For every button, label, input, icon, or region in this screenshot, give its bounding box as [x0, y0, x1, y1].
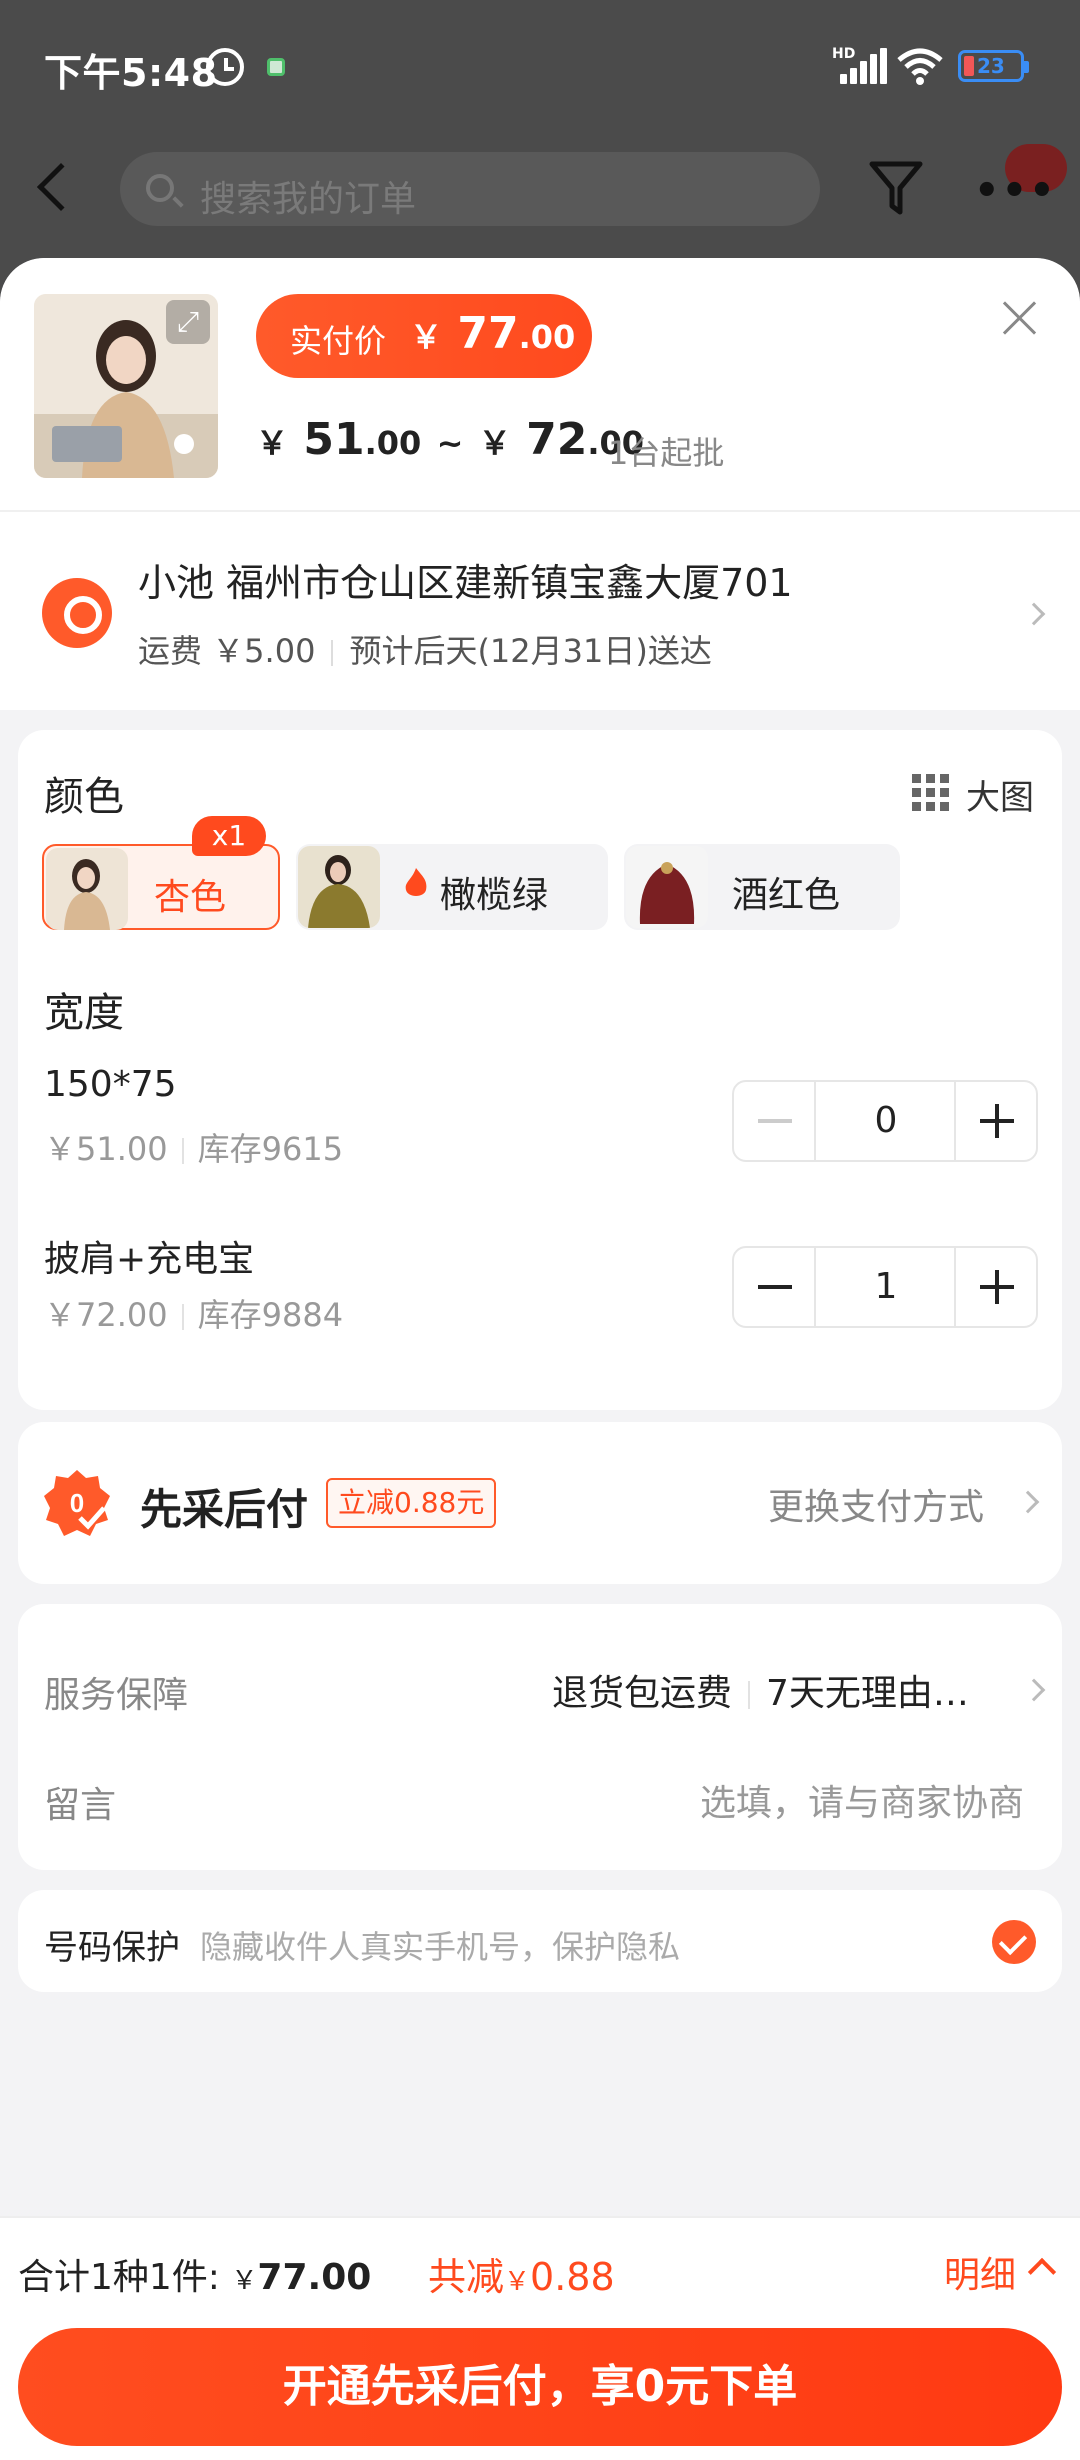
- payment-method-row[interactable]: 0 先采后付 立减0.88元 更换支付方式: [18, 1422, 1062, 1584]
- more-icon[interactable]: •••: [974, 168, 1057, 214]
- sku-meta: ￥72.00 库存9884: [44, 1290, 343, 1336]
- status-time: 下午5:48: [44, 51, 218, 95]
- sheet-header: ⤢ 实付价 ￥ 77.00 ￥ 51.00 ~ ￥ 72.00 1台起批: [0, 258, 1080, 510]
- color-option-olive[interactable]: 橄榄绿: [296, 844, 608, 930]
- sku-stock: 库存9884: [197, 1296, 344, 1334]
- change-payment-link[interactable]: 更换支付方式: [768, 1478, 984, 1530]
- address-line: 小池 福州市仓山区建新镇宝鑫大厦701: [138, 561, 793, 605]
- fire-icon: [402, 866, 430, 900]
- service-values[interactable]: 退货包运费 7天无理由…: [552, 1664, 969, 1716]
- color-label: 杏色: [154, 877, 227, 918]
- search-input[interactable]: 搜索我的订单: [120, 152, 820, 226]
- privacy-card: 号码保护 隐藏收件人真实手机号，保护隐私: [18, 1890, 1062, 1992]
- big-view-label: 大图: [966, 778, 1034, 818]
- color-thumb: [626, 846, 708, 928]
- quantity-value[interactable]: 1: [818, 1248, 954, 1326]
- decrease-button[interactable]: [734, 1248, 816, 1326]
- shipping-info: 运费 ￥5.00 预计后天(12月31日)送达: [138, 626, 712, 672]
- message-label: 留言: [44, 1785, 117, 1826]
- privacy-checkbox[interactable]: [992, 1920, 1036, 1964]
- notification-dot-icon: [267, 58, 285, 76]
- min-order-qty: 1台起批: [608, 434, 725, 472]
- checkout-footer: 合计1种1件: ￥77.00 共减￥0.88 明细 开通先采后付，享0元下单: [0, 2216, 1080, 2460]
- color-label: 酒红色: [732, 875, 841, 916]
- sku-price: ￥72.00: [44, 1296, 168, 1334]
- color-option-wine[interactable]: 酒红色: [624, 844, 900, 930]
- discount-tag: 立减0.88元: [326, 1478, 497, 1528]
- quantity-stepper: 1: [732, 1246, 1038, 1328]
- qty-badge: x1: [192, 816, 266, 856]
- order-total: 合计1种1件: ￥77.00: [18, 2248, 371, 2300]
- total-discount: 共减￥0.88: [428, 2255, 615, 2299]
- order-sheet: ⤢ 实付价 ￥ 77.00 ￥ 51.00 ~ ￥ 72.00 1台起批 小池 …: [0, 258, 1080, 2460]
- color-title: 颜色: [44, 774, 124, 820]
- paid-price-label: 实付价: [290, 322, 387, 360]
- color-thumb: [46, 848, 128, 930]
- wifi-icon: [895, 46, 945, 95]
- width-title: 宽度: [44, 990, 124, 1036]
- sku-price: ￥51.00: [44, 1130, 168, 1168]
- battery-icon: 23: [958, 50, 1029, 82]
- chevron-right-icon: [1022, 1678, 1046, 1702]
- seven-day-return: 7天无理由…: [766, 1673, 969, 1714]
- battery-level: 23: [977, 54, 1005, 78]
- sku-name: 披肩+充电宝: [44, 1239, 255, 1280]
- top-bar: 搜索我的订单 •••: [0, 140, 1080, 250]
- back-arrow-icon[interactable]: [36, 162, 86, 212]
- sku-card: 颜色 大图 杏色 x1 橄榄绿 酒红色 宽度 150*75 ￥51.00 库存9…: [18, 730, 1062, 1410]
- sku-name: 150*75: [44, 1064, 177, 1105]
- grid-icon: [912, 774, 952, 814]
- decrease-button[interactable]: [734, 1082, 816, 1160]
- sku-meta: ￥51.00 库存9615: [44, 1124, 343, 1170]
- alarm-icon: [206, 48, 244, 86]
- svg-text:0: 0: [70, 1488, 84, 1518]
- pay-later-icon: 0: [42, 1468, 112, 1538]
- color-thumb: [298, 846, 380, 928]
- increase-button[interactable]: [954, 1082, 1036, 1160]
- paid-price-pill: 实付价 ￥ 77.00: [256, 294, 592, 378]
- quantity-value[interactable]: 0: [818, 1082, 954, 1160]
- service-label: 服务保障: [44, 1675, 189, 1716]
- address-row[interactable]: 小池 福州市仓山区建新镇宝鑫大厦701 运费 ￥5.00 预计后天(12月31日)…: [0, 510, 1080, 710]
- color-label: 橄榄绿: [440, 875, 549, 916]
- quantity-stepper: 0: [732, 1080, 1038, 1162]
- privacy-hint: 隐藏收件人真实手机号，保护隐私: [200, 1928, 681, 1966]
- chevron-right-icon: [1022, 602, 1046, 626]
- search-placeholder: 搜索我的订单: [200, 179, 417, 220]
- filter-icon[interactable]: [868, 158, 924, 218]
- total-amount: ￥77.00: [231, 2257, 372, 2298]
- expand-icon[interactable]: ⤢: [166, 300, 210, 344]
- close-icon[interactable]: [990, 294, 1050, 354]
- chevron-up-icon[interactable]: [1027, 2257, 1057, 2287]
- increase-button[interactable]: [954, 1248, 1036, 1326]
- free-return-shipping: 退货包运费: [552, 1673, 733, 1714]
- detail-toggle[interactable]: 明细: [944, 2246, 1016, 2298]
- delivery-eta: 预计后天(12月31日)送达: [349, 632, 712, 670]
- service-card: 服务保障 退货包运费 7天无理由… 留言 选填，请与商家协商: [18, 1604, 1062, 1870]
- big-view-button[interactable]: 大图: [912, 770, 1042, 818]
- message-input[interactable]: 选填，请与商家协商: [700, 1774, 1024, 1826]
- shipping-fee: 运费 ￥5.00: [138, 632, 316, 670]
- chevron-right-icon: [1016, 1490, 1040, 1514]
- privacy-label: 号码保护: [44, 1928, 180, 1968]
- location-pin-icon: [42, 578, 112, 648]
- color-option-apricot[interactable]: 杏色 x1: [42, 816, 280, 930]
- payment-title: 先采后付: [140, 1485, 309, 1534]
- status-bar: 下午5:48 HD 23: [0, 0, 1080, 130]
- price-range: ￥ 51.00 ~ ￥ 72.00: [256, 414, 644, 465]
- paid-price-amount: ￥ 77.00: [410, 308, 576, 359]
- submit-order-button[interactable]: 开通先采后付，享0元下单: [18, 2328, 1062, 2446]
- search-icon: [146, 174, 174, 202]
- sku-stock: 库存9615: [197, 1130, 344, 1168]
- signal-icon: [836, 48, 887, 84]
- total-label: 合计1种1件:: [18, 2257, 220, 2298]
